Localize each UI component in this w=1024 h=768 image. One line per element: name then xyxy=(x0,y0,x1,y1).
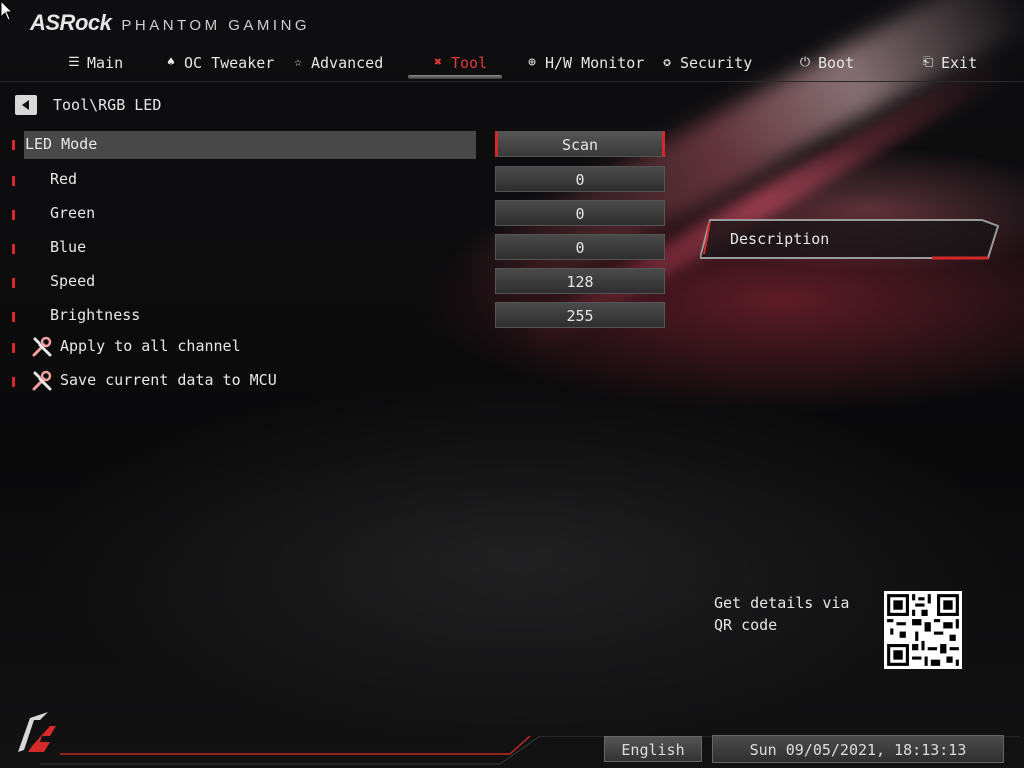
star-icon: ☆ xyxy=(294,55,302,70)
nav-divider xyxy=(0,81,1024,82)
led-mode-value[interactable]: Scan xyxy=(495,131,665,157)
tab-label: Security xyxy=(680,54,753,72)
setting-row-brightness[interactable]: Brightness xyxy=(0,303,480,329)
top-nav: ☰ Main ♠ OC Tweaker ☆ Advanced ✖ Tool ⊕ … xyxy=(0,50,1024,80)
description-panel: Description xyxy=(700,218,1000,260)
setting-row-green[interactable]: Green xyxy=(0,201,480,227)
speed-value-field[interactable]: 128 xyxy=(495,268,665,294)
tab-label: Tool xyxy=(451,54,488,72)
shield-icon: ✪ xyxy=(663,55,671,70)
exit-door-icon: ⎗ xyxy=(922,55,934,70)
mouse-cursor-icon xyxy=(0,0,14,21)
tab-label: H/W Monitor xyxy=(545,54,645,72)
breadcrumb: Tool\RGB LED xyxy=(53,96,162,114)
row-marker xyxy=(12,244,15,254)
active-tab-indicator xyxy=(408,75,502,79)
phantom-gaming-logo xyxy=(18,712,56,752)
green-value-field[interactable]: 0 xyxy=(495,200,665,226)
row-marker xyxy=(12,140,15,150)
description-title: Description xyxy=(730,230,830,248)
row-marker xyxy=(12,210,15,220)
row-marker xyxy=(12,343,15,353)
language-button[interactable]: English xyxy=(604,736,702,762)
brand-name: ASRock xyxy=(30,10,112,35)
tab-label: Main xyxy=(87,54,124,72)
tools-icon xyxy=(32,336,52,357)
tab-advanced[interactable]: ☆ Advanced xyxy=(290,50,383,76)
row-marker xyxy=(12,278,15,288)
action-apply-to-all-channel[interactable]: Apply to all channel xyxy=(0,334,480,360)
tab-oc-tweaker[interactable]: ♠ OC Tweaker xyxy=(163,50,274,76)
setting-row-speed[interactable]: Speed xyxy=(0,269,480,295)
tab-tool[interactable]: ✖ Tool xyxy=(430,50,487,76)
action-label: Save current data to MCU xyxy=(60,371,277,389)
tab-security[interactable]: ✪ Security xyxy=(659,50,752,76)
tab-label: Advanced xyxy=(311,54,384,72)
tools-icon: ✖ xyxy=(434,55,442,70)
setting-label: LED Mode xyxy=(25,135,98,153)
tab-label: OC Tweaker xyxy=(184,54,275,72)
qr-caption: Get details via QR code xyxy=(714,594,850,634)
crosshair-icon: ⊕ xyxy=(528,55,536,70)
system-datetime: Sun 09/05/2021, 18:13:13 xyxy=(712,735,1004,763)
setting-row-red[interactable]: Red xyxy=(0,167,480,193)
tab-hw-monitor[interactable]: ⊕ H/W Monitor xyxy=(524,50,644,76)
tab-exit[interactable]: ⎗ Exit xyxy=(920,50,977,76)
tab-label: Exit xyxy=(941,54,978,72)
action-label: Apply to all channel xyxy=(60,337,241,355)
power-icon: ⏻ xyxy=(799,55,811,70)
setting-row-blue[interactable]: Blue xyxy=(0,235,480,261)
row-marker xyxy=(12,312,15,322)
tools-icon xyxy=(32,370,52,391)
back-button[interactable] xyxy=(15,95,37,115)
setting-row-led-mode[interactable]: LED Mode xyxy=(0,131,480,159)
list-icon: ☰ xyxy=(68,55,80,70)
setting-label: Speed xyxy=(50,272,96,290)
setting-label: Brightness xyxy=(50,306,141,324)
brand-subtitle: PHANTOM GAMING xyxy=(121,17,311,34)
row-marker xyxy=(12,176,15,186)
brand-logo: ASRock PHANTOM GAMING xyxy=(30,10,310,36)
rocket-icon: ♠ xyxy=(167,55,175,70)
setting-label: Green xyxy=(50,204,96,222)
tab-label: Boot xyxy=(818,54,855,72)
blue-value-field[interactable]: 0 xyxy=(495,234,665,260)
row-marker xyxy=(12,377,15,387)
tab-boot[interactable]: ⏻ Boot xyxy=(797,50,854,76)
brightness-value-field[interactable]: 255 xyxy=(495,302,665,328)
setting-label: Red xyxy=(50,170,78,188)
red-value-field[interactable]: 0 xyxy=(495,166,665,192)
tab-main[interactable]: ☰ Main xyxy=(66,50,123,76)
action-save-current-data-to-mcu[interactable]: Save current data to MCU xyxy=(0,368,480,394)
qr-code-image xyxy=(884,591,962,669)
setting-label: Blue xyxy=(50,238,87,256)
